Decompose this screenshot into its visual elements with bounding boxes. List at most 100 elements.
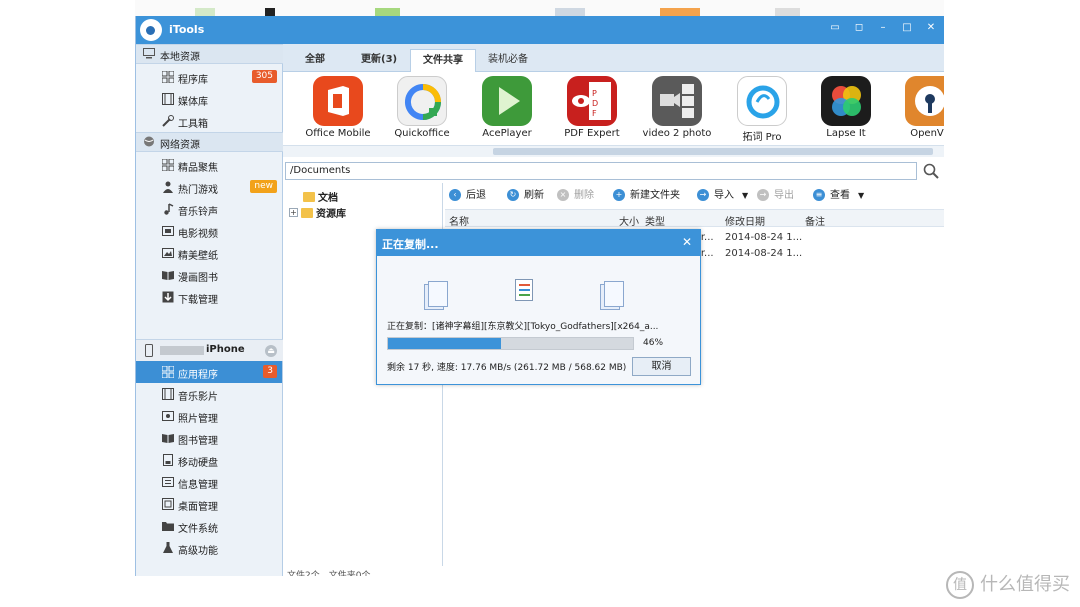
tab-updates[interactable]: 更新(3)	[349, 49, 409, 72]
dropdown-icon[interactable]: ▼	[858, 191, 864, 200]
app-office-mobile[interactable]: Office Mobile	[299, 76, 377, 144]
refresh-button[interactable]: ↻ 刷新	[507, 188, 544, 204]
svg-text:D: D	[592, 99, 598, 108]
sidebar-item-featured[interactable]: 精品聚焦	[136, 154, 282, 176]
tab-bar: 全部 更新(3) 文件共享 装机必备	[283, 44, 944, 72]
tab-essentials[interactable]: 装机必备	[476, 49, 540, 72]
lapse-it-icon	[821, 76, 871, 126]
import-button[interactable]: → 导入 ▼	[697, 188, 748, 204]
app-pdf-expert[interactable]: PDF PDF Expert	[553, 76, 631, 144]
dialog-body: 正在复制：[诸神字幕组][东京教父][Tokyo_Godfathers][x26…	[377, 256, 700, 384]
app-title: iTools	[169, 23, 205, 36]
view-button[interactable]: ≡ 查看 ▼	[813, 188, 864, 204]
delete-icon: ×	[557, 189, 569, 201]
sidebar-item-label: 音乐影片	[178, 392, 218, 403]
new-folder-button[interactable]: + 新建文件夹	[613, 188, 680, 204]
dropdown-icon[interactable]: ▼	[742, 191, 748, 200]
app-openvpn[interactable]: OpenVP	[891, 76, 944, 144]
app-video2photo[interactable]: video 2 photo	[638, 76, 716, 144]
app-quickoffice[interactable]: Quickoffice	[383, 76, 461, 144]
video2photo-icon	[652, 76, 702, 126]
app-aceplayer[interactable]: AcePlayer	[468, 76, 546, 144]
sidebar-item-applications[interactable]: 应用程序 3	[136, 361, 282, 383]
feedback-icon[interactable]: ▭	[825, 20, 845, 36]
new-folder-icon: +	[613, 189, 625, 201]
sidebar-item-toolbox[interactable]: 工具箱	[136, 110, 282, 132]
dialog-title-bar[interactable]: 正在复制... ✕	[377, 230, 700, 256]
refresh-icon: ↻	[507, 189, 519, 201]
sidebar-item-desktop[interactable]: 桌面管理	[136, 493, 282, 515]
music-icon	[164, 203, 174, 215]
tree-node-documents[interactable]: 文档	[300, 189, 338, 204]
sidebar-item-filesystem[interactable]: 文件系统	[136, 515, 282, 537]
device-header[interactable]: iPhone ⏏	[136, 339, 283, 361]
sidebar-item-comics[interactable]: 漫画图书	[136, 264, 282, 286]
section-network-resources[interactable]: 网络资源	[136, 132, 283, 152]
expand-icon[interactable]: +	[289, 208, 298, 217]
sidebar-item-ringtones[interactable]: 音乐铃声	[136, 198, 282, 220]
sidebar-item-wallpapers[interactable]: 精美壁纸	[136, 242, 282, 264]
export-button[interactable]: → 导出	[757, 188, 794, 204]
sidebar-item-photos[interactable]: 照片管理	[136, 405, 282, 427]
sidebar-item-videos[interactable]: 电影视频	[136, 220, 282, 242]
app-label: Office Mobile	[305, 128, 371, 139]
sidebar-item-label: 照片管理	[178, 414, 218, 425]
column-name[interactable]: 名称	[449, 213, 469, 228]
minimize-button[interactable]: –	[873, 20, 893, 36]
import-icon: →	[697, 189, 709, 201]
button-label: 新建文件夹	[630, 190, 680, 201]
delete-button[interactable]: × 删除	[557, 188, 594, 204]
skin-icon[interactable]: ◻	[849, 20, 869, 36]
sidebar-item-advanced[interactable]: 高级功能	[136, 537, 282, 559]
sidebar-item-disk[interactable]: 移动硬盘	[136, 449, 282, 471]
copying-file-text: 正在复制：[诸神字幕组][东京教父][Tokyo_Godfathers][x26…	[387, 322, 659, 332]
path-input[interactable]: /Documents	[285, 162, 917, 180]
close-button[interactable]: ✕	[921, 20, 941, 36]
column-note[interactable]: 备注	[805, 213, 825, 228]
app-label: OpenVP	[910, 128, 944, 139]
sidebar-item-label: 图书管理	[178, 436, 218, 447]
column-type[interactable]: 类型	[645, 213, 665, 228]
file-toolbar: ‹ 后退 ↻ 刷新 × 删除 + 新建文件夹 → 导入 ▼ → 导出 ≡ 查看 ▼	[445, 185, 944, 207]
sidebar-item-label: 精品聚焦	[178, 163, 218, 174]
tab-all[interactable]: 全部	[293, 49, 337, 72]
apps-scrollbar[interactable]	[283, 145, 944, 157]
eject-icon[interactable]: ⏏	[265, 345, 277, 357]
title-bar[interactable]: iTools ▭ ◻ – □ ✕	[136, 16, 944, 44]
sidebar-item-books[interactable]: 图书管理	[136, 427, 282, 449]
dialog-close-button[interactable]: ✕	[677, 233, 697, 251]
tab-file-sharing[interactable]: 文件共享	[410, 49, 476, 72]
sidebar-item-app-library[interactable]: 程序库 305	[136, 66, 282, 88]
tree-label: 文档	[318, 193, 338, 204]
person-icon	[163, 181, 173, 193]
image-icon	[162, 248, 174, 258]
back-button[interactable]: ‹ 后退	[449, 188, 486, 204]
itools-logo-icon	[140, 19, 162, 41]
watermark-text: 什么值得买	[980, 574, 1070, 595]
source-document-icon	[424, 281, 448, 310]
cancel-button[interactable]: 取消	[632, 357, 691, 376]
folder-icon	[301, 207, 313, 218]
transfer-list-icon	[515, 279, 533, 301]
tree-node-library[interactable]: + 资源库	[289, 205, 346, 220]
column-size[interactable]: 大小	[619, 213, 639, 228]
app-tuoci-pro[interactable]: 拓词 Pro	[723, 76, 801, 144]
sidebar-item-music-movies[interactable]: 音乐影片	[136, 383, 282, 405]
globe-icon	[144, 136, 154, 147]
section-local-resources[interactable]: 本地资源	[136, 44, 283, 64]
sidebar-item-messages[interactable]: 信息管理	[136, 471, 282, 493]
button-label: 删除	[574, 190, 594, 201]
search-icon[interactable]	[923, 163, 939, 179]
column-modified[interactable]: 修改日期	[725, 213, 765, 228]
sidebar-item-hot-games[interactable]: 热门游戏 new	[136, 176, 282, 198]
button-label: 后退	[466, 190, 486, 201]
sidebar-item-media-library[interactable]: 媒体库	[136, 88, 282, 110]
sidebar-item-label: 工具箱	[178, 119, 208, 130]
app-lapse-it[interactable]: Lapse It	[807, 76, 885, 144]
taskbar-strip	[135, 0, 944, 16]
sidebar-item-downloads[interactable]: 下载管理	[136, 286, 282, 308]
maximize-button[interactable]: □	[897, 20, 917, 36]
watermark: 值什么值得买	[946, 570, 1070, 599]
path-bar: /Documents	[283, 160, 944, 182]
scrollbar-thumb[interactable]	[493, 148, 933, 155]
